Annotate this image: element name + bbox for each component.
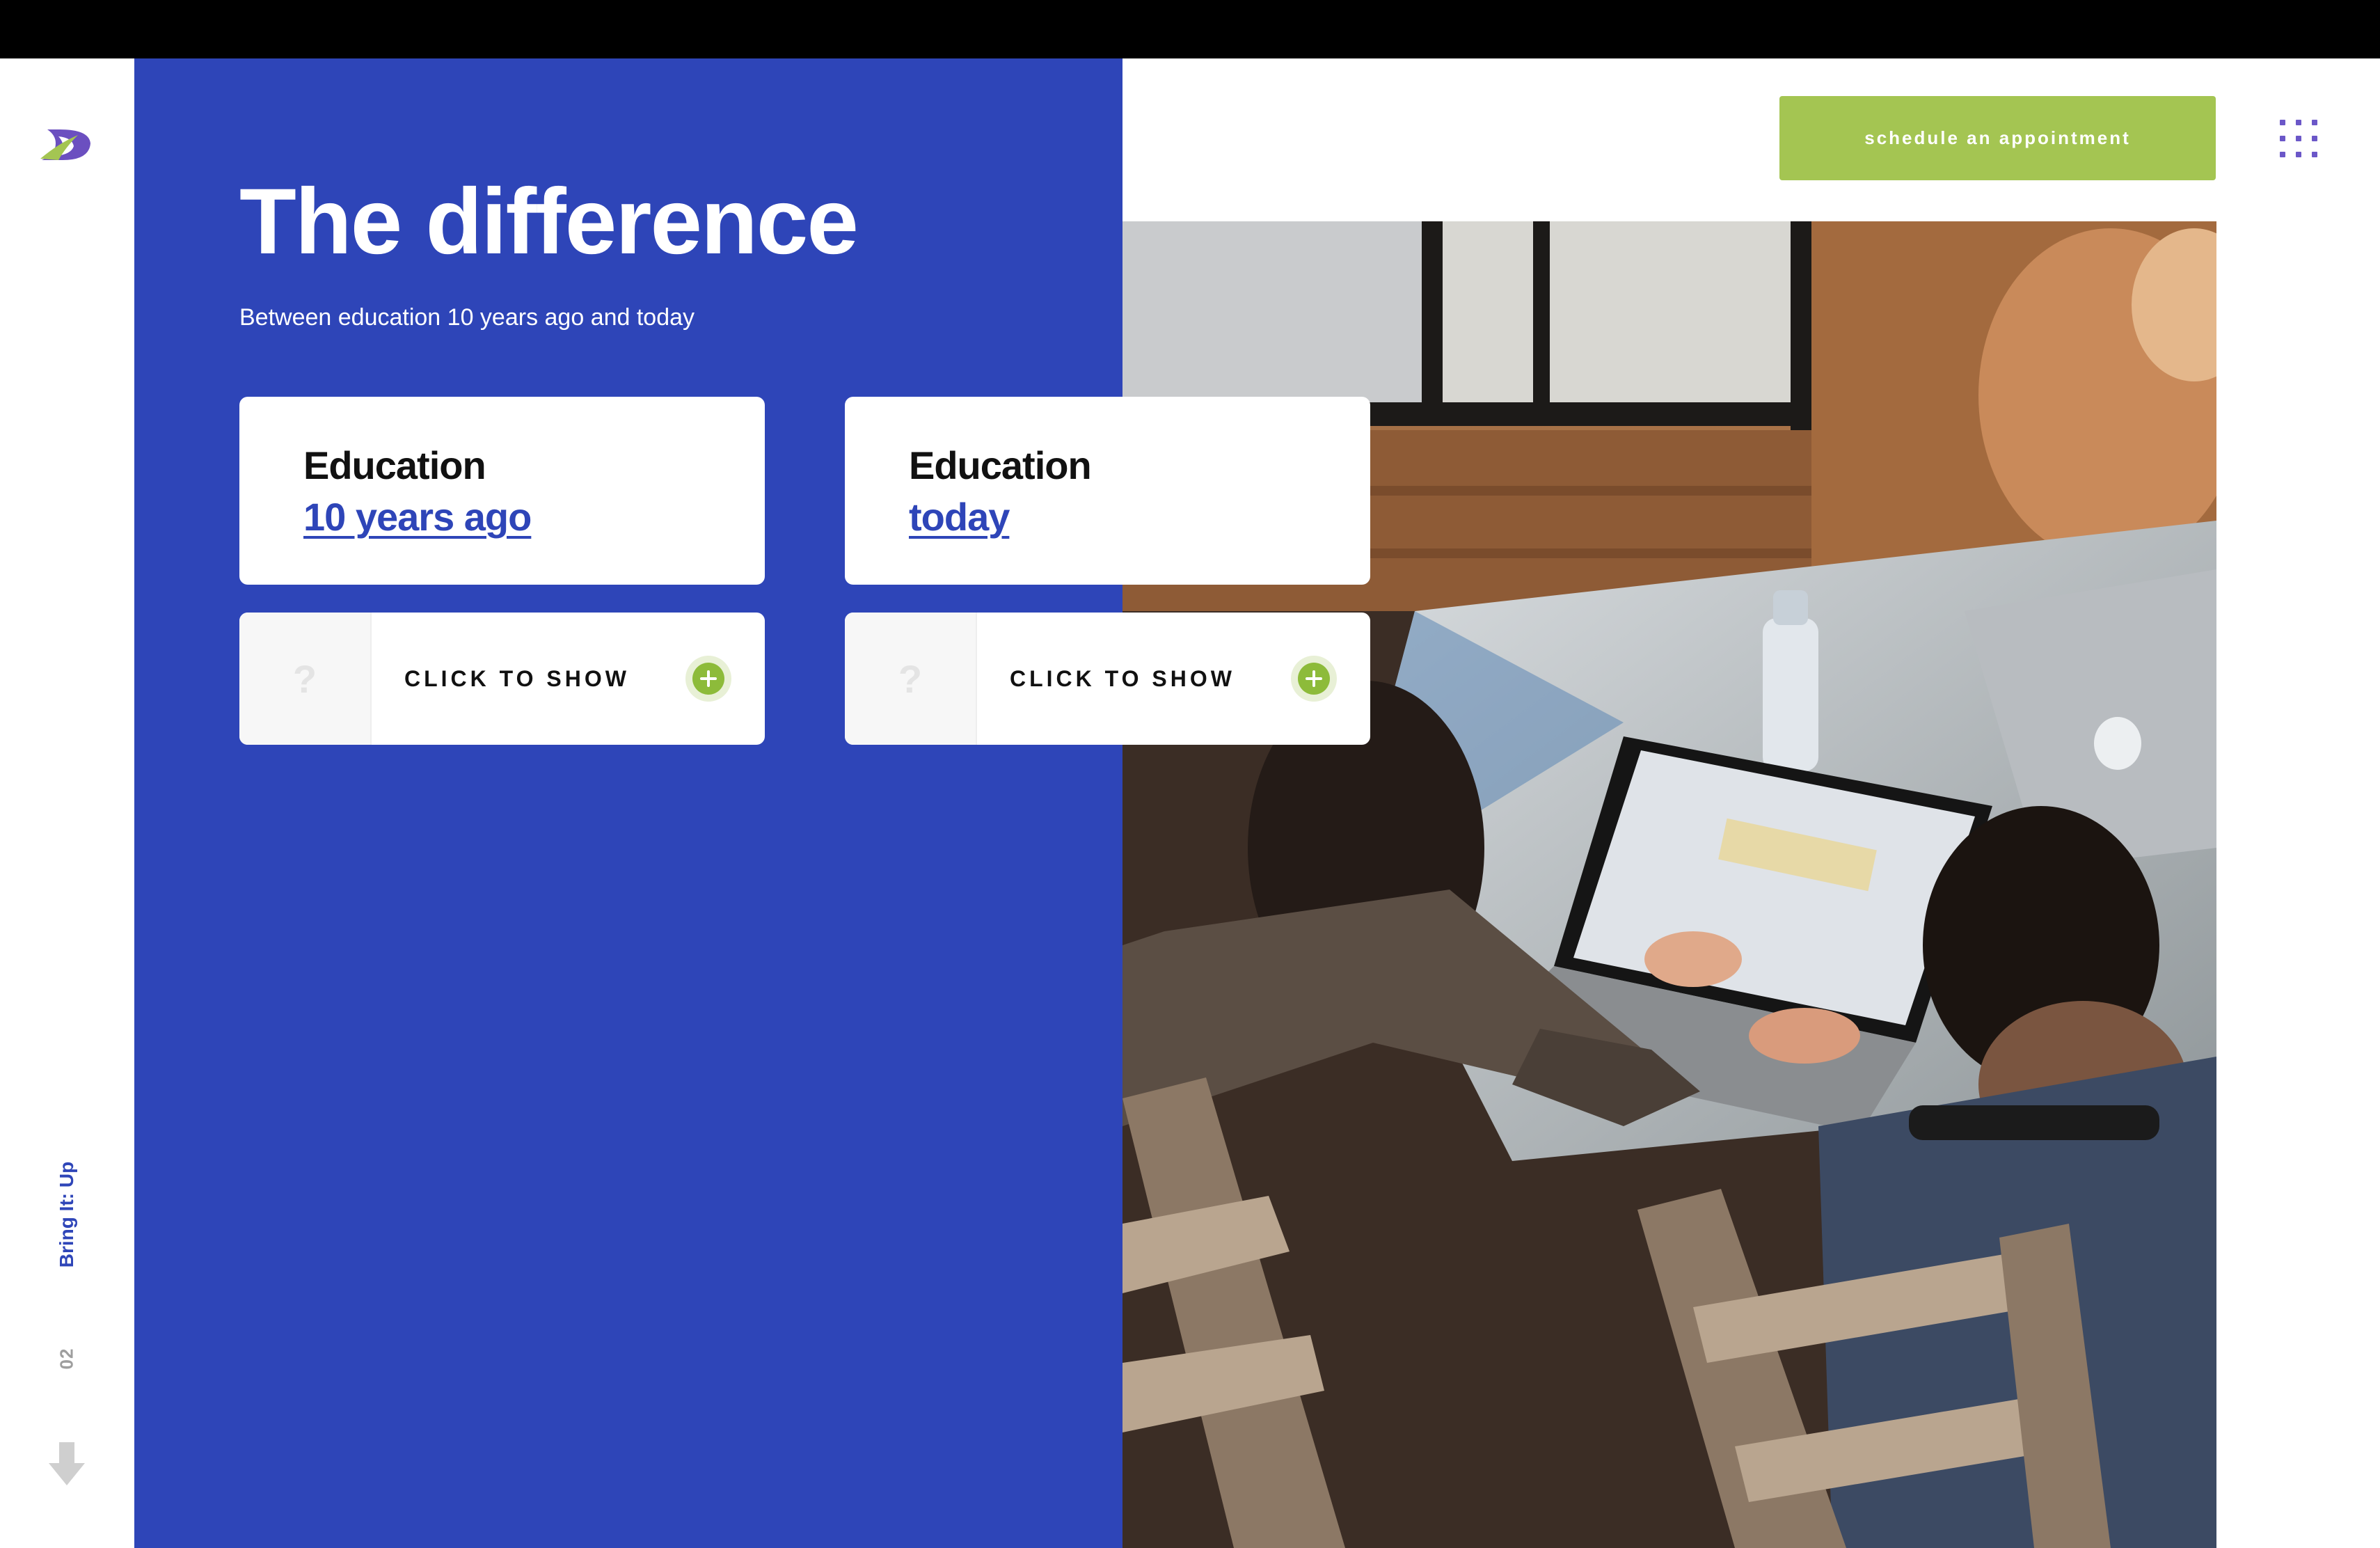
- card-title: Education: [303, 443, 486, 487]
- card-title: Education: [909, 443, 1092, 487]
- education-past-card: Education 10 years ago: [239, 397, 765, 585]
- page: Bring It: Up 02 schedule an appointment …: [0, 0, 2380, 1548]
- arrow-down-icon[interactable]: [49, 1442, 85, 1485]
- click-to-show-label: CLICK TO SHOW: [404, 665, 630, 691]
- grid-menu-icon[interactable]: [2280, 120, 2317, 157]
- click-to-show-button[interactable]: ? CLICK TO SHOW: [239, 613, 765, 745]
- hero-panel: [134, 58, 1122, 1548]
- brand-logo-icon[interactable]: [38, 123, 96, 164]
- plus-circle-icon[interactable]: [685, 656, 731, 702]
- top-bar: [0, 0, 2380, 58]
- education-today-card: Education today: [845, 397, 1370, 585]
- brand-vertical-label[interactable]: Bring It: Up: [56, 1162, 78, 1267]
- card-link-10-years-ago[interactable]: 10 years ago: [303, 494, 532, 539]
- left-rail: [0, 58, 134, 1548]
- schedule-appointment-button[interactable]: schedule an appointment: [1779, 96, 2216, 180]
- question-thumbnail: ?: [239, 613, 372, 745]
- page-subtitle: Between education 10 years ago and today: [239, 304, 695, 331]
- section-number: 02: [56, 1348, 77, 1370]
- click-to-show-button[interactable]: ? CLICK TO SHOW: [845, 613, 1370, 745]
- question-thumbnail: ?: [845, 613, 977, 745]
- card-link-today[interactable]: today: [909, 494, 1010, 539]
- click-to-show-label: CLICK TO SHOW: [1010, 665, 1235, 691]
- page-title: The difference: [239, 170, 859, 274]
- plus-circle-icon[interactable]: [1291, 656, 1337, 702]
